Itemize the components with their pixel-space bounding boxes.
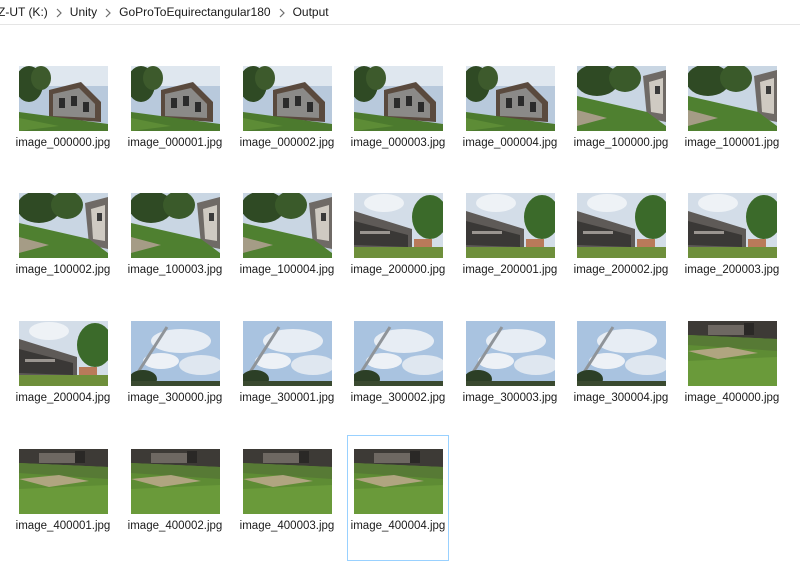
image-thumbnail <box>19 66 108 131</box>
image-thumbnail <box>577 193 666 258</box>
file-item[interactable]: image_400004.jpg <box>347 435 449 561</box>
file-name: image_400003.jpg <box>239 520 335 532</box>
file-name: image_000000.jpg <box>15 137 111 149</box>
file-item[interactable]: image_300001.jpg <box>236 307 338 433</box>
image-thumbnail <box>131 321 220 386</box>
file-name: image_000002.jpg <box>239 137 335 149</box>
image-thumbnail <box>577 321 666 386</box>
breadcrumb-drive[interactable]: Z-UT (K:) <box>0 5 50 19</box>
breadcrumb-project[interactable]: GoProToEquirectangular180 <box>117 5 272 19</box>
breadcrumb-output[interactable]: Output <box>291 5 331 19</box>
file-item[interactable]: image_400002.jpg <box>124 435 226 561</box>
file-item[interactable]: image_300004.jpg <box>570 307 672 433</box>
image-thumbnail <box>577 66 666 131</box>
file-item[interactable]: image_000003.jpg <box>347 52 449 178</box>
image-thumbnail <box>688 66 777 131</box>
file-item[interactable]: image_400001.jpg <box>12 435 114 561</box>
image-thumbnail <box>688 193 777 258</box>
file-name: image_300002.jpg <box>350 392 446 404</box>
image-thumbnail <box>131 66 220 131</box>
file-name: image_400002.jpg <box>127 520 223 532</box>
file-name: image_200003.jpg <box>684 264 780 276</box>
image-thumbnail <box>19 449 108 514</box>
file-item[interactable]: image_000002.jpg <box>236 52 338 178</box>
image-thumbnail <box>243 193 332 258</box>
file-name: image_200002.jpg <box>573 264 669 276</box>
file-name: image_200004.jpg <box>15 392 111 404</box>
file-item[interactable]: image_100003.jpg <box>124 179 226 305</box>
file-name: image_200001.jpg <box>462 264 558 276</box>
file-item[interactable]: image_100004.jpg <box>236 179 338 305</box>
file-item[interactable]: image_400000.jpg <box>681 307 783 433</box>
image-thumbnail <box>354 193 443 258</box>
file-name: image_400000.jpg <box>684 392 780 404</box>
address-breadcrumb: Z-UT (K:) Unity GoProToEquirectangular18… <box>0 0 800 25</box>
file-name: image_100000.jpg <box>573 137 669 149</box>
chevron-right-icon[interactable] <box>50 5 68 19</box>
file-name: image_100001.jpg <box>684 137 780 149</box>
file-item[interactable]: image_300003.jpg <box>459 307 561 433</box>
image-thumbnail <box>354 449 443 514</box>
file-name: image_000004.jpg <box>462 137 558 149</box>
chevron-right-icon[interactable] <box>273 5 291 19</box>
chevron-right-icon[interactable] <box>99 5 117 19</box>
file-name: image_000003.jpg <box>350 137 446 149</box>
image-thumbnail <box>131 193 220 258</box>
file-item[interactable]: image_300002.jpg <box>347 307 449 433</box>
file-item[interactable]: image_200003.jpg <box>681 179 783 305</box>
file-name: image_400004.jpg <box>350 520 446 532</box>
file-item[interactable]: image_400003.jpg <box>236 435 338 561</box>
image-thumbnail <box>354 321 443 386</box>
file-item[interactable]: image_200001.jpg <box>459 179 561 305</box>
file-name: image_000001.jpg <box>127 137 223 149</box>
file-item[interactable]: image_000004.jpg <box>459 52 561 178</box>
file-item[interactable]: image_000001.jpg <box>124 52 226 178</box>
file-name: image_400001.jpg <box>15 520 111 532</box>
file-item[interactable]: image_000000.jpg <box>12 52 114 178</box>
file-item[interactable]: image_300000.jpg <box>124 307 226 433</box>
image-thumbnail <box>19 321 108 386</box>
file-item[interactable]: image_200004.jpg <box>12 307 114 433</box>
file-item[interactable]: image_100001.jpg <box>681 52 783 178</box>
file-name: image_300004.jpg <box>573 392 669 404</box>
file-item[interactable]: image_200000.jpg <box>347 179 449 305</box>
image-thumbnail <box>131 449 220 514</box>
image-thumbnail <box>243 321 332 386</box>
file-name: image_100002.jpg <box>15 264 111 276</box>
file-name: image_100003.jpg <box>127 264 223 276</box>
file-name: image_200000.jpg <box>350 264 446 276</box>
file-item[interactable]: image_100000.jpg <box>570 52 672 178</box>
image-thumbnail <box>688 321 777 386</box>
image-thumbnail <box>243 66 332 131</box>
file-item[interactable]: image_100002.jpg <box>12 179 114 305</box>
file-name: image_300001.jpg <box>239 392 335 404</box>
file-name: image_300000.jpg <box>127 392 223 404</box>
file-grid: image_000000.jpg image_000001.jpg image_… <box>0 25 800 582</box>
image-thumbnail <box>466 321 555 386</box>
image-thumbnail <box>243 449 332 514</box>
image-thumbnail <box>466 66 555 131</box>
breadcrumb-unity[interactable]: Unity <box>68 5 99 19</box>
file-name: image_300003.jpg <box>462 392 558 404</box>
image-thumbnail <box>354 66 443 131</box>
image-thumbnail <box>466 193 555 258</box>
file-name: image_100004.jpg <box>239 264 335 276</box>
image-thumbnail <box>19 193 108 258</box>
file-item[interactable]: image_200002.jpg <box>570 179 672 305</box>
